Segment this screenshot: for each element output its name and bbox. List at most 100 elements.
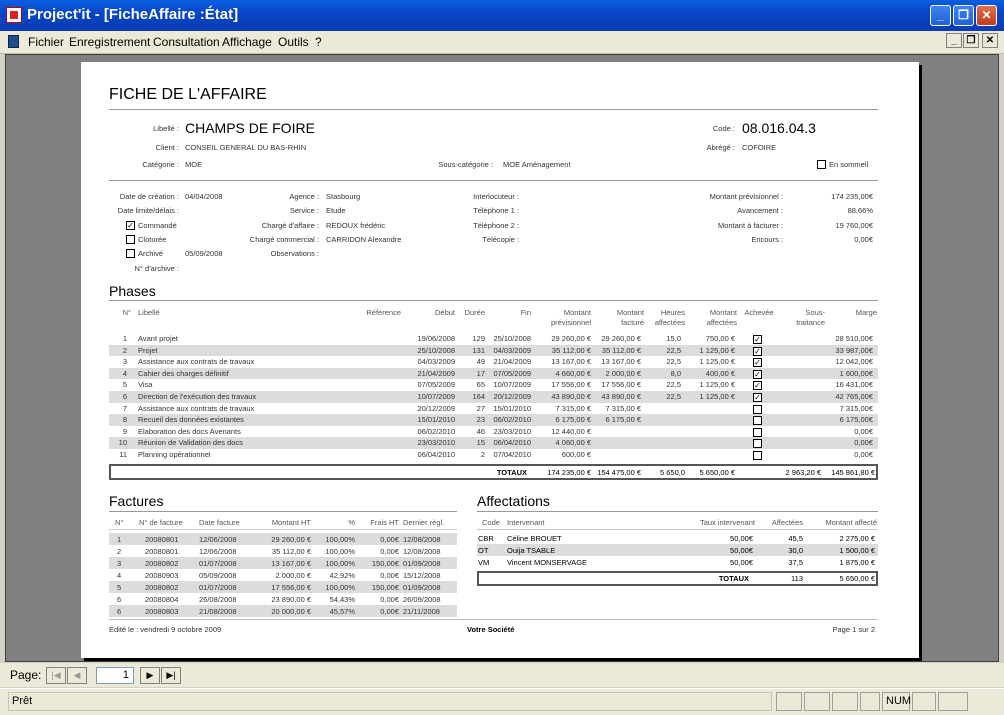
menu-fichier[interactable]: Fichier	[28, 35, 64, 49]
factures-cell: 150,00€	[371, 559, 399, 568]
factures-cell: 20080801	[145, 535, 179, 544]
phases-cell: 11	[119, 450, 127, 459]
sommeil-label: En sommeil	[829, 160, 869, 169]
close-button[interactable]: ✕	[976, 5, 997, 26]
phases-cell: 12 042,00€	[835, 357, 873, 367]
phases-cell: 28 510,00€	[835, 334, 873, 343]
factures-cell: 2	[117, 547, 122, 556]
menu-affichage[interactable]: Affichage	[222, 35, 272, 49]
phases-cell: 22,5	[666, 392, 681, 401]
phases-cell: 22,5	[666, 380, 681, 390]
previous-page-button[interactable]: ◀	[67, 667, 87, 684]
phases-header: Fin	[520, 308, 531, 317]
maximize-button[interactable]: ❐	[953, 5, 974, 26]
divider	[477, 511, 878, 512]
phases-cell: 1 125,00 €	[699, 357, 735, 367]
phases-cell: 131	[472, 345, 485, 355]
factures-cell: 100,00%	[325, 535, 355, 544]
factures-cell: 0,00€	[380, 571, 399, 580]
phases-header: Libellé	[138, 308, 160, 317]
mdi-restore-button[interactable]: ❐	[963, 33, 979, 48]
client-value: CONSEIL GENERAL DU BAS-RHIN	[185, 143, 307, 152]
window-title: Project'it - [FicheAffaire :État]	[27, 6, 239, 23]
menu-help[interactable]: ?	[315, 35, 322, 49]
commande-checkbox: ✓	[126, 221, 135, 230]
phases-cell: 06/04/2010	[417, 450, 455, 459]
achevee-checkbox	[753, 451, 762, 460]
status-panel	[938, 692, 968, 711]
phases-cell: 07/05/2009	[417, 380, 455, 390]
factures-cell: 6	[117, 595, 122, 604]
factures-cell: 20080801	[145, 547, 179, 556]
minimize-button[interactable]: _	[930, 5, 951, 26]
phases-header: Référence	[366, 308, 401, 317]
achevee-checkbox: ✓	[753, 393, 762, 402]
page-navigation: Page: |◀ ◀ 1 ▶ ▶|	[0, 663, 1004, 687]
factures-cell: 20080804	[145, 595, 179, 604]
mdi-minimize-button[interactable]: _	[946, 33, 962, 48]
phases-cell: 13 167,00 €	[551, 357, 591, 367]
menu-consultation[interactable]: Consultation	[153, 35, 220, 49]
phases-cell: 0,00€	[854, 426, 873, 436]
factures-cell: 26/08/2008	[199, 595, 237, 604]
phases-cell: 17	[476, 368, 485, 378]
first-page-button[interactable]: |◀	[46, 667, 66, 684]
affectations-header: Affectées	[771, 518, 803, 527]
avancement-value: 88,66%	[847, 206, 873, 215]
affectations-header: Intervenant	[507, 518, 545, 527]
affectations-cell: 50,00€	[730, 534, 753, 543]
factures-cell: 4	[117, 571, 122, 580]
factures-header: Dernier règl.	[403, 518, 445, 527]
factures-cell: 17 556,00 €	[271, 583, 311, 592]
affectations-cell: 37,5	[788, 558, 803, 567]
factures-header: N° de facture	[139, 518, 183, 527]
phases-cell: 4 660,00 €	[555, 368, 591, 378]
factures-cell: 12/08/2008	[403, 535, 441, 544]
observations-label: Observations :	[270, 249, 319, 258]
factures-cell: 01/09/2008	[403, 583, 441, 592]
factures-cell: 0,00€	[380, 535, 399, 544]
factures-cell: 20080903	[145, 571, 179, 580]
phases-total-cell: TOTAUX	[496, 467, 527, 477]
next-page-button[interactable]: ▶	[140, 667, 160, 684]
phases-total-cell: 145 861,80 €	[831, 467, 875, 477]
montant-a-facturer-value: 19 760,00€	[835, 221, 873, 230]
menu-enregistrement[interactable]: Enregistrement	[69, 35, 150, 49]
phases-cell: 04/03/2009	[417, 357, 455, 367]
factures-cell: 2 000,00 €	[275, 571, 311, 580]
phases-cell: 8,0	[670, 368, 681, 378]
factures-cell: 1	[117, 535, 122, 544]
app-icon[interactable]	[6, 7, 22, 23]
menu-outils[interactable]: Outils	[278, 35, 309, 49]
sommeil-checkbox	[817, 160, 826, 169]
phases-cell: 1 600,00€	[839, 368, 873, 378]
achevee-checkbox	[753, 427, 762, 437]
mdi-close-button[interactable]: ✕	[982, 33, 998, 48]
phases-cell: 2	[480, 450, 485, 459]
factures-cell: 13 167,00 €	[271, 559, 311, 568]
last-page-button[interactable]: ▶|	[161, 667, 181, 684]
charge-affaire-value: REDOUX frédéric	[326, 221, 386, 230]
factures-header: Montant HT	[271, 518, 311, 527]
page-number-input[interactable]: 1	[96, 667, 134, 684]
phases-cell: 49	[476, 357, 485, 367]
phases-cell: 15/01/2010	[493, 403, 531, 413]
document-icon[interactable]	[8, 35, 19, 48]
code-value: 08.016.04.3	[742, 120, 816, 136]
page-label: Page:	[10, 668, 42, 682]
phases-cell: 06/04/2010	[493, 438, 531, 448]
phases-cell: 1 125,00 €	[699, 345, 735, 355]
phases-cell: 06/02/2010	[493, 415, 531, 425]
phases-header: Marge	[855, 308, 877, 317]
phases-header: Sous-traitance	[796, 308, 825, 327]
phases-cell: 7	[122, 403, 127, 413]
client-label: Client :	[155, 143, 179, 152]
phases-cell: 10	[118, 438, 127, 448]
menu-bar: Fichier Enregistrement Consultation Affi…	[0, 31, 1004, 54]
telecopie-label: Télécopie :	[482, 235, 519, 244]
phases-header: N°	[122, 308, 131, 317]
phases-cell: 7 315,00 €	[605, 403, 641, 413]
charge-commercial-label: Chargé commercial :	[249, 235, 319, 244]
factures-cell: 01/07/2008	[199, 559, 237, 568]
achevee-checkbox: ✓	[753, 335, 762, 344]
